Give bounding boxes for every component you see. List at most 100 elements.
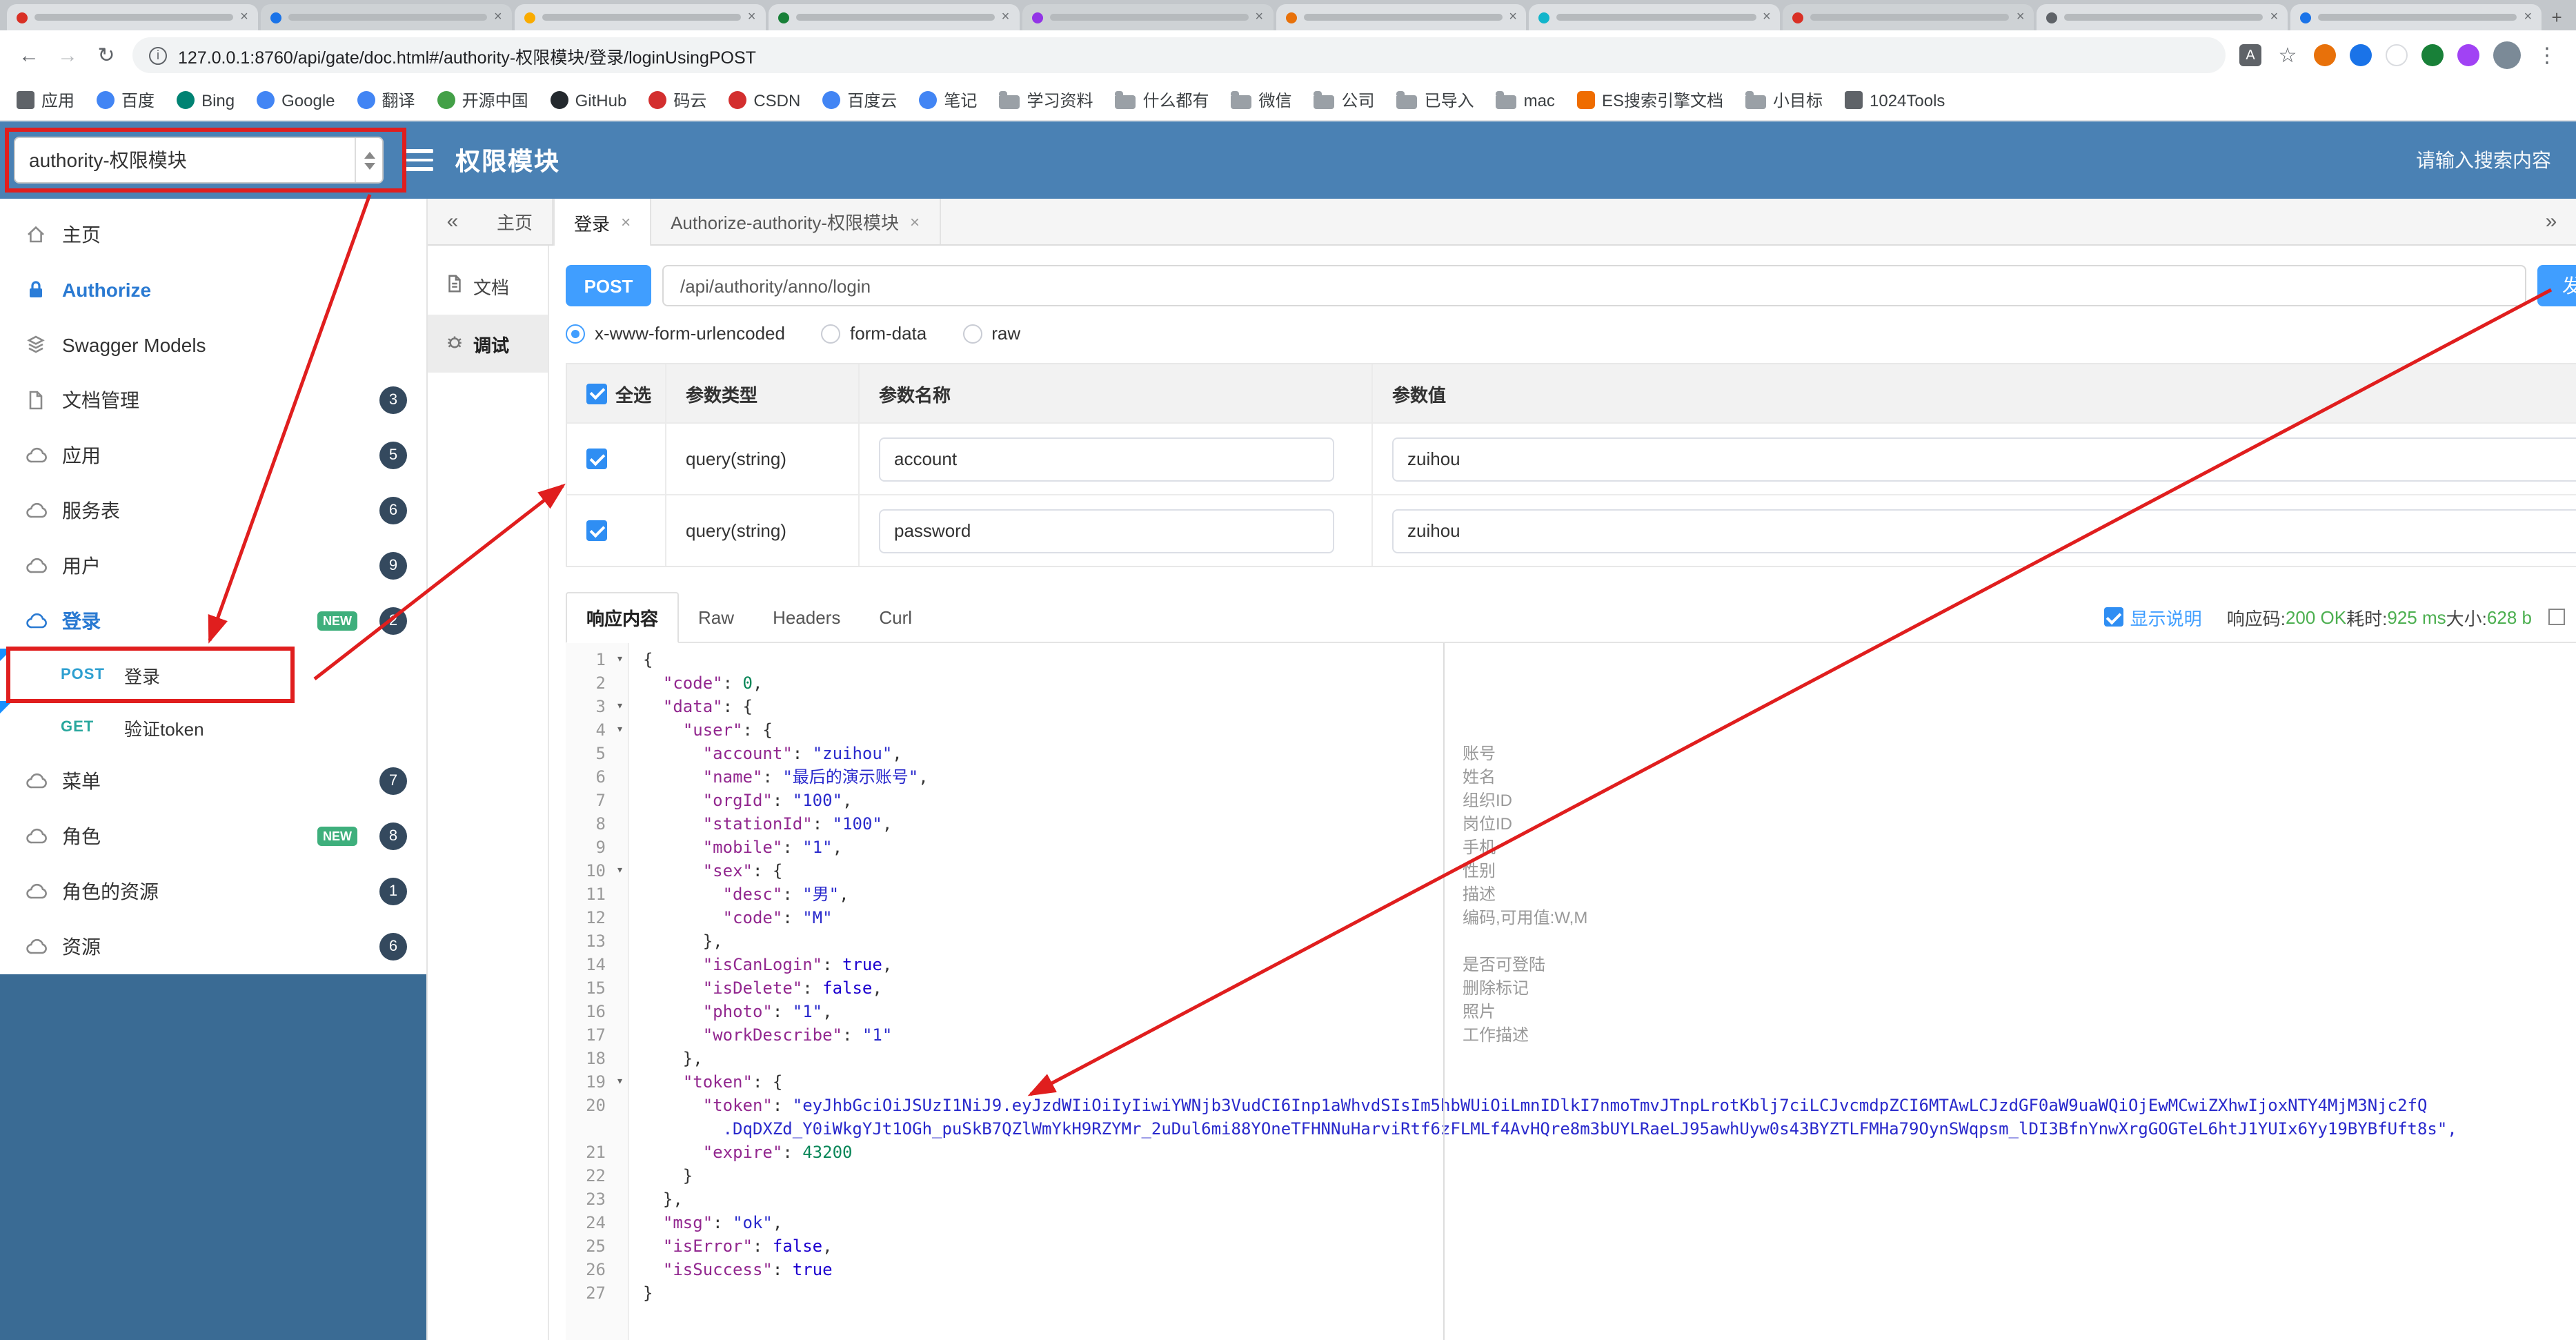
extension-icon[interactable] xyxy=(2350,44,2372,66)
refresh-icon[interactable]: ↻ xyxy=(94,43,119,68)
sidebar-item-6[interactable]: 用户 9 xyxy=(0,538,426,593)
send-button[interactable]: 发送 xyxy=(2537,265,2576,306)
expand-tabs-icon[interactable]: » xyxy=(2526,199,2576,244)
bookmark-item[interactable]: 应用 xyxy=(17,88,75,112)
bookmark-item[interactable]: Bing xyxy=(177,90,235,110)
sidebar-item-5[interactable]: 服务表 6 xyxy=(0,483,426,538)
site-info-icon[interactable]: i xyxy=(149,46,167,64)
bookmark-star-icon[interactable]: ☆ xyxy=(2275,43,2300,68)
radio-button[interactable] xyxy=(962,324,982,343)
response-tab-响应内容[interactable]: 响应内容 xyxy=(566,592,680,643)
bookmark-item[interactable]: ES搜索引擎文档 xyxy=(1576,88,1723,112)
extension-icon[interactable] xyxy=(2314,44,2336,66)
param-value-input[interactable] xyxy=(1392,509,2576,553)
sidebar-item-1[interactable]: Authorize xyxy=(0,262,426,317)
browser-tab[interactable]: × xyxy=(1783,4,2034,30)
bookmark-item[interactable]: 已导入 xyxy=(1396,88,1474,112)
show-description-toggle[interactable]: 显示说明 xyxy=(2103,604,2202,630)
collapse-tabs-icon[interactable]: « xyxy=(428,199,477,244)
browser-tab[interactable]: × xyxy=(2290,4,2542,30)
browser-tab[interactable]: × xyxy=(260,4,512,30)
fold-icon[interactable]: ▾ xyxy=(616,1071,624,1094)
tab-close-icon[interactable]: × xyxy=(748,10,756,24)
sidebar-item-7[interactable]: 登录 NEW 2 xyxy=(0,593,426,649)
extension-icon[interactable] xyxy=(2386,44,2408,66)
bookmark-item[interactable]: 笔记 xyxy=(919,88,977,112)
back-icon[interactable]: ← xyxy=(17,43,41,67)
tab-close-icon[interactable]: × xyxy=(2270,10,2279,24)
browser-tab[interactable]: × xyxy=(1529,4,1781,30)
fold-icon[interactable]: ▾ xyxy=(616,649,624,672)
tab-close-icon[interactable]: × xyxy=(1509,10,1517,24)
sidebar-item-10[interactable]: 角色的资源 1 xyxy=(0,864,426,919)
sidebar-item-0[interactable]: 主页 xyxy=(0,207,426,262)
bookmark-item[interactable]: 小目标 xyxy=(1745,88,1823,112)
bookmark-item[interactable]: CSDN xyxy=(729,90,800,110)
browser-tab[interactable]: × xyxy=(2037,4,2288,30)
view-tab-调试[interactable]: 调试 xyxy=(428,315,548,373)
bookmark-item[interactable]: 微信 xyxy=(1231,88,1292,112)
browser-tab[interactable]: × xyxy=(1022,4,1274,30)
bookmark-item[interactable]: 开源中国 xyxy=(437,88,528,112)
doc-tab[interactable]: 登录 × xyxy=(553,199,652,246)
tab-close-icon[interactable]: × xyxy=(494,10,502,24)
tab-close-icon[interactable]: × xyxy=(240,10,248,24)
bookmark-item[interactable]: 公司 xyxy=(1314,88,1375,112)
radio-button[interactable] xyxy=(566,324,585,343)
bookmark-item[interactable]: mac xyxy=(1496,90,1555,110)
forward-icon[interactable]: → xyxy=(55,43,80,67)
row-checkbox[interactable] xyxy=(586,520,607,541)
fold-icon[interactable]: ▾ xyxy=(616,696,624,719)
sidebar-item-11[interactable]: 资源 6 xyxy=(0,919,426,974)
new-tab-button[interactable]: + xyxy=(2543,4,2570,30)
content-type-option[interactable]: x-www-form-urlencoded xyxy=(566,323,785,344)
api-group-select[interactable]: authority-权限模块 xyxy=(14,137,384,184)
address-bar[interactable]: i 127.0.0.1:8760/api/gate/doc.html#/auth… xyxy=(132,37,2226,73)
doc-tab[interactable]: Authorize-authority-权限模块 × xyxy=(651,199,941,244)
response-tab-Curl[interactable]: Curl xyxy=(860,595,931,638)
close-icon[interactable]: × xyxy=(621,213,631,232)
bookmark-item[interactable]: 百度 xyxy=(97,88,155,112)
doc-tab[interactable]: 主页 xyxy=(477,199,554,244)
sidebar-item-3[interactable]: 文档管理 3 xyxy=(0,373,426,428)
close-icon[interactable]: × xyxy=(910,212,920,231)
param-name-input[interactable] xyxy=(879,437,1334,481)
content-type-option[interactable]: raw xyxy=(962,323,1020,344)
browser-tab[interactable]: × xyxy=(514,4,766,30)
browser-tab[interactable]: × xyxy=(768,4,1020,30)
sidebar-api-post[interactable]: POST 登录 xyxy=(0,649,426,701)
extension-icon[interactable] xyxy=(2457,44,2479,66)
sidebar-item-2[interactable]: Swagger Models xyxy=(0,317,426,373)
param-name-input[interactable] xyxy=(879,509,1334,553)
request-path-input[interactable]: /api/authority/anno/login xyxy=(662,265,2526,306)
fullscreen-icon[interactable] xyxy=(2548,609,2565,625)
browser-tab[interactable]: × xyxy=(1276,4,1527,30)
bookmark-item[interactable]: 码云 xyxy=(648,88,706,112)
sidebar-api-get[interactable]: GET 验证token xyxy=(0,701,426,753)
content-type-option[interactable]: form-data xyxy=(820,323,927,344)
bookmark-item[interactable]: 翻译 xyxy=(357,88,415,112)
translate-icon[interactable]: A xyxy=(2239,44,2261,66)
bookmark-item[interactable]: 百度云 xyxy=(822,88,897,112)
fold-icon[interactable]: ▾ xyxy=(616,860,624,883)
bookmark-item[interactable]: 学习资料 xyxy=(999,88,1093,112)
profile-avatar[interactable] xyxy=(2493,41,2521,69)
bookmark-item[interactable]: 什么都有 xyxy=(1115,88,1209,112)
tab-close-icon[interactable]: × xyxy=(2524,10,2532,24)
browser-tab[interactable]: × xyxy=(7,4,258,30)
radio-button[interactable] xyxy=(820,324,840,343)
show-description-checkbox[interactable] xyxy=(2103,607,2123,627)
code-lines[interactable]: { "code": 0, "data": { "user": { "accoun… xyxy=(629,643,2576,1340)
tab-close-icon[interactable]: × xyxy=(2017,10,2025,24)
response-tab-Headers[interactable]: Headers xyxy=(753,595,860,638)
bookmark-item[interactable]: 1024Tools xyxy=(1845,90,1945,110)
bookmark-item[interactable]: Google xyxy=(257,90,335,110)
row-checkbox[interactable] xyxy=(586,449,607,469)
response-tab-Raw[interactable]: Raw xyxy=(679,595,753,638)
bookmark-item[interactable]: GitHub xyxy=(550,90,626,110)
tab-close-icon[interactable]: × xyxy=(1255,10,1263,24)
menu-toggle-icon[interactable] xyxy=(406,149,433,171)
sidebar-item-9[interactable]: 角色 NEW 8 xyxy=(0,809,426,864)
view-tab-文档[interactable]: 文档 xyxy=(428,257,548,315)
select-all-checkbox[interactable] xyxy=(586,383,607,404)
